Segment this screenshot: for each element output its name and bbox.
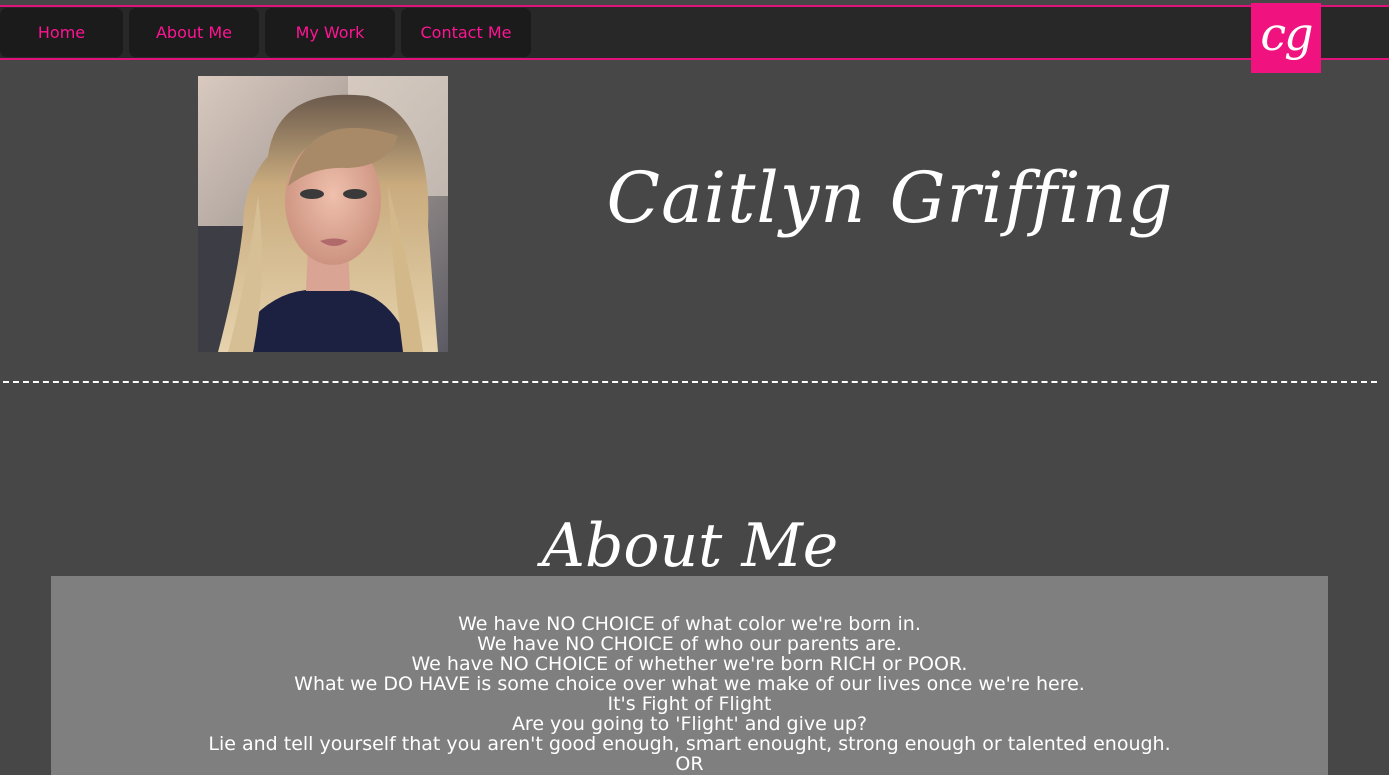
about-text-box: We have NO CHOICE of what color we're bo… xyxy=(51,576,1328,775)
nav-my-work-button[interactable]: My Work xyxy=(265,8,395,57)
about-me-heading: About Me xyxy=(541,511,839,581)
profile-photo xyxy=(198,76,448,352)
nav-home-button[interactable]: Home xyxy=(0,8,123,57)
about-line: Lie and tell yourself that you aren't go… xyxy=(208,733,1171,755)
about-line: We have NO CHOICE of who our parents are… xyxy=(477,633,902,655)
about-line: Are you going to 'Flight' and give up? xyxy=(511,713,868,735)
about-line: We have NO CHOICE of what color we're bo… xyxy=(458,613,921,635)
site-title: Caitlyn Griffing xyxy=(606,157,1174,239)
section-divider xyxy=(3,381,1377,383)
about-line: We have NO CHOICE of whether we're born … xyxy=(411,653,968,675)
about-line: What we DO HAVE is some choice over what… xyxy=(294,673,1085,695)
about-line: OR xyxy=(675,753,704,775)
about-line: It's Fight of Flight xyxy=(607,693,772,715)
nav-contact-me-button[interactable]: Contact Me xyxy=(401,8,531,57)
top-navbar: Home About Me My Work Contact Me xyxy=(0,5,1389,60)
site-logo[interactable]: cg xyxy=(1251,3,1321,73)
nav-about-me-button[interactable]: About Me xyxy=(129,8,259,57)
